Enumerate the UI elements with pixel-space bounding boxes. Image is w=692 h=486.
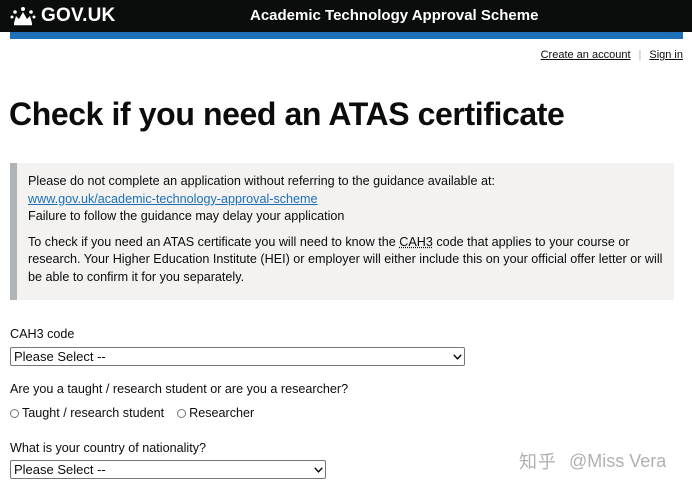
cah3-explanation: To check if you need an ATAS certificate… <box>28 234 663 284</box>
govuk-logo-link[interactable]: GOV.UK <box>10 5 115 27</box>
radio-researcher[interactable]: Researcher <box>177 406 254 420</box>
guidance-link[interactable]: www.gov.uk/academic-technology-approval-… <box>28 192 318 206</box>
nationality-select-value: Please Select -- <box>14 462 106 477</box>
chevron-down-icon <box>450 348 464 365</box>
guidance-line: Please do not complete an application wi… <box>28 174 495 188</box>
header: GOV.UK Academic Technology Approval Sche… <box>0 0 692 32</box>
nationality-select[interactable]: Please Select -- <box>10 460 326 479</box>
watermark: 知乎 @Miss Vera <box>519 448 666 474</box>
create-account-link[interactable]: Create an account <box>541 48 631 62</box>
role-question-label: Are you a taught / research student or a… <box>10 382 349 396</box>
cah3-select[interactable]: Please Select -- <box>10 347 465 366</box>
radio-label: Researcher <box>189 406 255 420</box>
role-radio-group: Taught / research student Researcher <box>10 405 267 421</box>
radio-taught-research-student[interactable]: Taught / research student <box>10 406 164 420</box>
cah3-select-value: Please Select -- <box>14 349 106 364</box>
guidance-warning: Failure to follow the guidance may delay… <box>28 209 345 224</box>
guidance-inset: Please do not complete an application wi… <box>10 163 674 300</box>
logo-text: GOV.UK <box>41 5 116 26</box>
header-accent-bar <box>10 32 683 39</box>
cah3-abbreviation: CAH3 <box>399 234 433 249</box>
link-separator: | <box>638 49 642 61</box>
radio-circle-icon[interactable] <box>10 408 19 418</box>
nationality-label: What is your country of nationality? <box>10 441 206 455</box>
account-links: Create an account | Sign in <box>541 48 683 62</box>
watermark-handle: @Miss Vera <box>569 450 667 471</box>
service-name-link[interactable]: Academic Technology Approval Scheme <box>250 6 538 26</box>
chevron-down-icon <box>311 461 325 478</box>
zhihu-logo: 知乎 <box>519 452 557 472</box>
radio-label: Taught / research student <box>22 406 165 420</box>
crown-icon <box>10 7 36 26</box>
radio-circle-icon[interactable] <box>177 408 187 418</box>
sign-in-link[interactable]: Sign in <box>649 48 683 62</box>
cah3-label: CAH3 code <box>10 327 75 341</box>
page-title: Check if you need an ATAS certificate <box>9 96 565 132</box>
